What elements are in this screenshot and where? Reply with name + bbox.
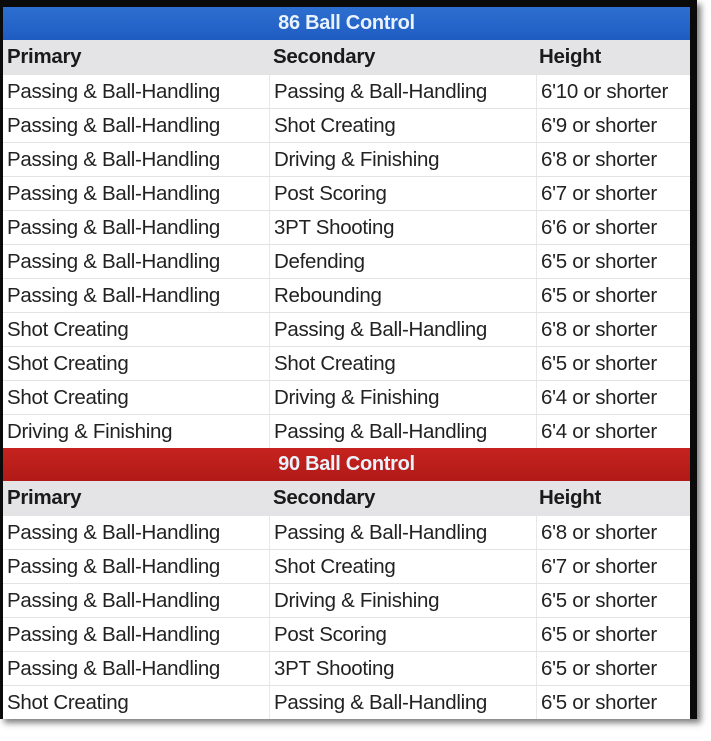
table-row: Passing & Ball-Handling Shot Creating 6'7 …: [3, 549, 690, 583]
table-frame: 86 Ball Control Primary Secondary Height Pas…: [0, 0, 697, 719]
cell-height: 6'4 or shorter: [541, 420, 657, 443]
cell-secondary: Passing & Ball-Handling: [270, 686, 537, 719]
header-row: Primary Secondary Height: [3, 40, 690, 74]
cell-secondary: Passing & Ball-Handling: [270, 75, 537, 108]
cell-secondary: Passing & Ball-Handling: [270, 313, 537, 346]
table-row: Shot Creating Passing & Ball-Handling 6'8 …: [3, 312, 690, 346]
column-header-secondary: Secondary: [273, 486, 376, 509]
cell-height: 6'5 or shorter: [541, 691, 657, 714]
cell-height: 6'7 or shorter: [541, 182, 657, 205]
cell-primary: Passing & Ball-Handling: [3, 516, 270, 549]
cell-height: 6'5 or shorter: [541, 589, 657, 612]
cell-primary: Passing & Ball-Handling: [3, 584, 270, 617]
cell-primary: Shot Creating: [3, 686, 270, 719]
cell-primary: Passing & Ball-Handling: [3, 245, 270, 278]
cell-height: 6'5 or shorter: [541, 623, 657, 646]
cell-height: 6'9 or shorter: [541, 114, 657, 137]
header-row: Primary Secondary Height: [3, 481, 690, 515]
cell-height: 6'5 or shorter: [541, 284, 657, 307]
cell-primary: Passing & Ball-Handling: [3, 177, 270, 210]
table-row: Passing & Ball-Handling Passing & Ball-Ha…: [3, 515, 690, 549]
cell-secondary: Passing & Ball-Handling: [270, 516, 537, 549]
cell-height: 6'8 or shorter: [541, 148, 657, 171]
table-row: Driving & Finishing Passing & Ball-Handli…: [3, 414, 690, 448]
cell-primary: Passing & Ball-Handling: [3, 143, 270, 176]
cell-height: 6'8 or shorter: [541, 521, 657, 544]
cell-secondary: 3PT Shooting: [270, 652, 537, 685]
column-header-height: Height: [539, 45, 601, 68]
table-row: Passing & Ball-Handling Driving & Finishi…: [3, 142, 690, 176]
table-row: Passing & Ball-Handling 3PT Shooting 6'6 o…: [3, 210, 690, 244]
table-section-90: 90 Ball Control Primary Secondary Height Pas…: [3, 448, 690, 719]
cell-height: 6'10 or shorter: [541, 80, 669, 103]
cell-secondary: Shot Creating: [270, 109, 537, 142]
cell-secondary: Driving & Finishing: [270, 584, 537, 617]
cell-height: 6'7 or shorter: [541, 555, 657, 578]
cell-primary: Shot Creating: [3, 347, 270, 380]
cell-height: 6'5 or shorter: [541, 657, 657, 680]
cell-height: 6'6 or shorter: [541, 216, 657, 239]
cell-secondary: Shot Creating: [270, 347, 537, 380]
cell-secondary: Shot Creating: [270, 550, 537, 583]
cell-secondary: Rebounding: [270, 279, 537, 312]
cell-primary: Driving & Finishing: [3, 415, 270, 448]
cell-height: 6'8 or shorter: [541, 318, 657, 341]
cell-primary: Passing & Ball-Handling: [3, 75, 270, 108]
ball-control-tables: 86 Ball Control Primary Secondary Height Pas…: [3, 7, 690, 719]
cell-primary: Passing & Ball-Handling: [3, 618, 270, 651]
cell-primary: Passing & Ball-Handling: [3, 279, 270, 312]
cell-primary: Shot Creating: [3, 313, 270, 346]
column-header-secondary: Secondary: [273, 45, 376, 68]
table-title: 90 Ball Control: [3, 448, 690, 481]
cell-primary: Passing & Ball-Handling: [3, 109, 270, 142]
table-row: Passing & Ball-Handling Post Scoring 6'5 o…: [3, 617, 690, 651]
cell-height: 6'4 or shorter: [541, 386, 657, 409]
table-title: 86 Ball Control: [3, 7, 690, 40]
cell-primary: Passing & Ball-Handling: [3, 211, 270, 244]
table-row: Passing & Ball-Handling Driving & Finishi…: [3, 583, 690, 617]
table-row: Passing & Ball-Handling Passing & Ball-Ha…: [3, 74, 690, 108]
cell-secondary: Post Scoring: [270, 177, 537, 210]
cell-secondary: Post Scoring: [270, 618, 537, 651]
table-row: Shot Creating Shot Creating 6'5 or shorter: [3, 346, 690, 380]
table-row: Passing & Ball-Handling Rebounding 6'5 or …: [3, 278, 690, 312]
table-row: Passing & Ball-Handling Defending 6'5 or s…: [3, 244, 690, 278]
cell-secondary: 3PT Shooting: [270, 211, 537, 244]
column-header-primary: Primary: [7, 486, 82, 509]
table-row: Shot Creating Driving & Finishing 6'4 or s…: [3, 380, 690, 414]
table-row: Shot Creating Passing & Ball-Handling 6'5 …: [3, 685, 690, 719]
table-row: Passing & Ball-Handling Post Scoring 6'7 o…: [3, 176, 690, 210]
cell-height: 6'5 or shorter: [541, 352, 657, 375]
cell-secondary: Defending: [270, 245, 537, 278]
cell-secondary: Driving & Finishing: [270, 143, 537, 176]
cell-height: 6'5 or shorter: [541, 250, 657, 273]
table-row: Passing & Ball-Handling 3PT Shooting 6'5 o…: [3, 651, 690, 685]
cell-secondary: Passing & Ball-Handling: [270, 415, 537, 448]
cell-primary: Passing & Ball-Handling: [3, 652, 270, 685]
table-row: Passing & Ball-Handling Shot Creating 6'9 …: [3, 108, 690, 142]
cell-primary: Shot Creating: [3, 381, 270, 414]
column-header-height: Height: [539, 486, 601, 509]
cell-secondary: Driving & Finishing: [270, 381, 537, 414]
cell-primary: Passing & Ball-Handling: [3, 550, 270, 583]
column-header-primary: Primary: [7, 45, 82, 68]
table-section-86: 86 Ball Control Primary Secondary Height Pas…: [3, 7, 690, 448]
